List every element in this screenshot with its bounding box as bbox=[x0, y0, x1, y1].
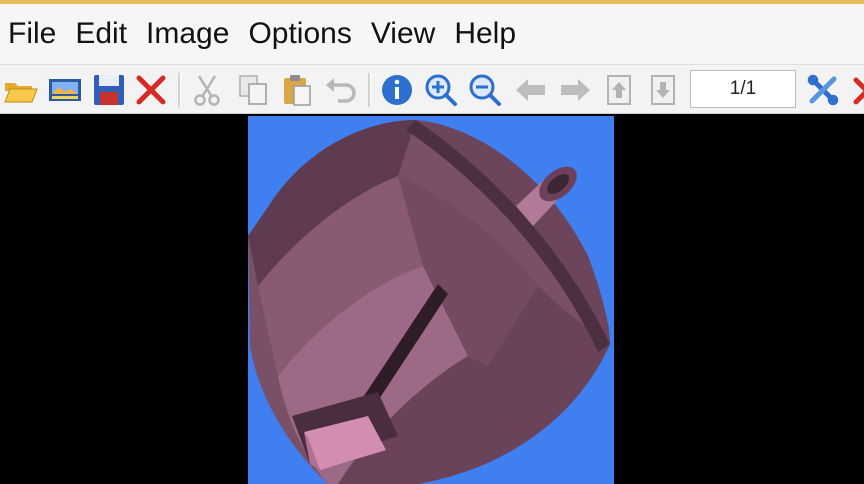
paste-button[interactable] bbox=[278, 71, 316, 109]
page-indicator[interactable]: 1/1 bbox=[690, 70, 796, 108]
paste-icon bbox=[284, 75, 311, 106]
thumbnails-button[interactable] bbox=[46, 71, 84, 109]
undo-icon bbox=[326, 78, 356, 103]
menu-view[interactable]: View bbox=[363, 4, 446, 64]
menu-options[interactable]: Options bbox=[240, 4, 362, 64]
zoom-in-button[interactable] bbox=[422, 71, 460, 109]
thumbnails-icon bbox=[49, 79, 81, 101]
open-button[interactable] bbox=[2, 71, 40, 109]
last-page-icon bbox=[651, 75, 675, 105]
first-page-button[interactable] bbox=[600, 71, 638, 109]
save-icon bbox=[94, 75, 124, 105]
delete-button[interactable] bbox=[132, 71, 170, 109]
previous-button[interactable] bbox=[512, 71, 550, 109]
toolbar-separator bbox=[178, 73, 181, 107]
zoom-out-button[interactable] bbox=[466, 71, 504, 109]
info-icon bbox=[382, 75, 412, 105]
undo-button[interactable] bbox=[322, 71, 360, 109]
last-page-button[interactable] bbox=[644, 71, 682, 109]
previous-icon bbox=[516, 79, 545, 101]
copy-icon bbox=[239, 75, 267, 105]
exit-button[interactable] bbox=[848, 71, 864, 109]
menu-edit[interactable]: Edit bbox=[67, 4, 138, 64]
next-button[interactable] bbox=[556, 71, 594, 109]
next-icon bbox=[561, 79, 590, 101]
menu-help[interactable]: Help bbox=[446, 4, 527, 64]
image-viewer-area[interactable] bbox=[0, 114, 864, 484]
first-page-icon bbox=[607, 75, 631, 105]
toolbar-separator bbox=[368, 73, 371, 107]
settings-button[interactable] bbox=[804, 71, 842, 109]
open-icon bbox=[4, 83, 38, 103]
save-button[interactable] bbox=[90, 71, 128, 109]
settings-icon bbox=[807, 74, 839, 106]
menu-bar: File Edit Image Options View Help bbox=[0, 4, 864, 64]
image-canvas bbox=[248, 116, 614, 484]
exit-icon bbox=[853, 77, 864, 105]
menu-image[interactable]: Image bbox=[138, 4, 240, 64]
menu-file[interactable]: File bbox=[0, 4, 67, 64]
zoom-in-icon bbox=[425, 74, 457, 106]
delete-icon bbox=[136, 75, 166, 105]
zoom-out-icon bbox=[469, 74, 501, 106]
info-button[interactable] bbox=[378, 71, 416, 109]
cut-icon bbox=[194, 75, 220, 106]
rendered-pot-image bbox=[248, 120, 610, 484]
copy-button[interactable] bbox=[234, 71, 272, 109]
toolbar: 1/1 bbox=[0, 64, 864, 114]
cut-button[interactable] bbox=[188, 71, 226, 109]
